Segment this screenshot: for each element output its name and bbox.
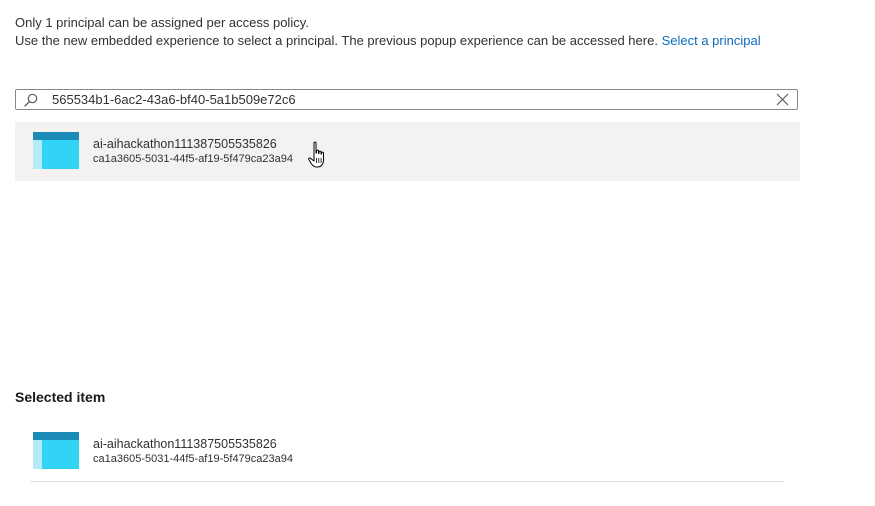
selected-item-id: ca1a3605-5031-44f5-af19-5f479ca23a94 — [93, 453, 293, 465]
search-result-item[interactable]: ai-aihackathon111387505535826 ca1a3605-5… — [15, 122, 800, 181]
app-registration-icon — [33, 132, 79, 169]
select-principal-link[interactable]: Select a principal — [662, 33, 761, 48]
search-box[interactable] — [15, 89, 798, 110]
info-line-2: Use the new embedded experience to selec… — [15, 32, 761, 50]
app-registration-icon — [33, 432, 79, 469]
result-name: ai-aihackathon111387505535826 — [93, 137, 277, 151]
selected-item-text: ai-aihackathon111387505535826 ca1a3605-5… — [93, 437, 293, 467]
search-icon — [24, 93, 38, 107]
selected-item-heading: Selected item — [15, 389, 106, 405]
hand-pointer-icon — [308, 141, 324, 168]
selected-item-name: ai-aihackathon111387505535826 — [93, 437, 277, 451]
info-line-1: Only 1 principal can be assigned per acc… — [15, 15, 309, 30]
principal-picker-panel: Only 1 principal can be assigned per acc… — [0, 0, 875, 506]
close-icon[interactable] — [776, 93, 789, 106]
search-input[interactable] — [52, 91, 752, 108]
selected-item-row: ai-aihackathon111387505535826 ca1a3605-5… — [30, 425, 784, 482]
result-text: ai-aihackathon111387505535826 ca1a3605-5… — [93, 137, 293, 167]
result-id: ca1a3605-5031-44f5-af19-5f479ca23a94 — [93, 153, 293, 165]
info-text: Only 1 principal can be assigned per acc… — [15, 14, 761, 50]
info-line-2-text: Use the new embedded experience to selec… — [15, 33, 658, 48]
